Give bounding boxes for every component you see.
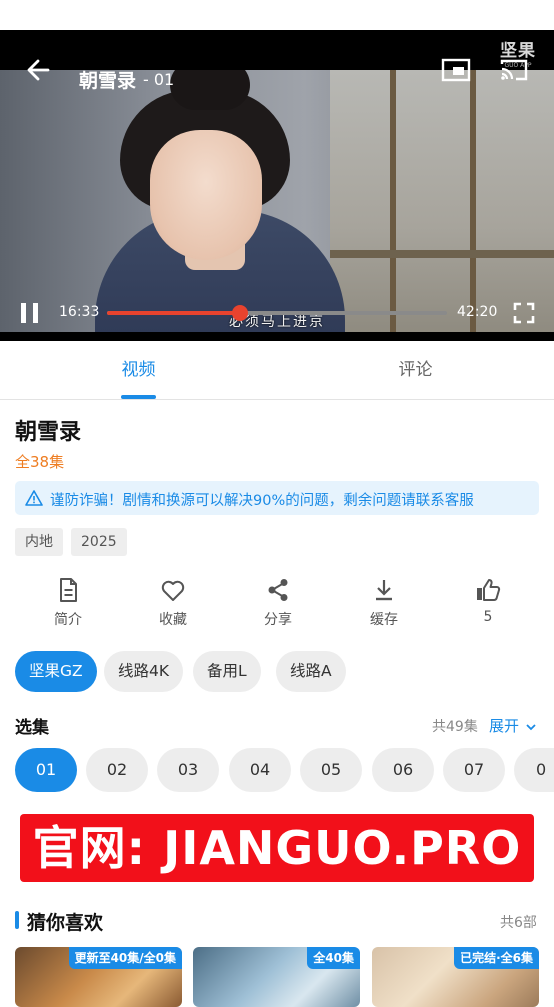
- notice-text: 谨防诈骗！剧情和换源可以解决90%的问题，剩余问题请联系客服: [50, 493, 474, 509]
- fullscreen-button[interactable]: [512, 301, 536, 325]
- expand-label: 展开: [489, 717, 520, 735]
- total-time: 42:20: [457, 304, 498, 320]
- share-button[interactable]: 分享: [238, 574, 318, 634]
- arrow-left-icon: [27, 59, 50, 81]
- episode-chip[interactable]: 05: [300, 748, 362, 792]
- download-label: 缓存: [370, 612, 398, 628]
- like-button[interactable]: 5: [448, 574, 528, 634]
- pause-icon: [21, 303, 38, 323]
- video-figure-face: [150, 130, 262, 260]
- fraud-notice: 谨防诈骗！剧情和换源可以解决90%的问题，剩余问题请联系客服: [15, 481, 539, 515]
- website-banner[interactable]: 官网: JIANGUO.PRO: [20, 814, 534, 882]
- video-player[interactable]: 必须马上进京 坚果 GUO APP 朝雪录 - 01 16:33 42:20: [0, 30, 554, 341]
- player-top-bar: 朝雪录 - 01: [0, 40, 554, 100]
- recommend-card[interactable]: 全40集: [193, 947, 360, 1007]
- picture-in-picture-button[interactable]: [440, 56, 472, 84]
- section-accent-bar: [15, 911, 19, 929]
- current-time: 16:33: [59, 304, 100, 320]
- synopsis-button[interactable]: 简介: [28, 574, 108, 634]
- source-backup-l[interactable]: 备用L: [193, 651, 261, 692]
- favorite-label: 收藏: [159, 612, 187, 628]
- source-jianguo-gz[interactable]: 坚果GZ: [15, 651, 97, 692]
- player-title: 朝雪录: [79, 70, 137, 92]
- tab-active-indicator: [121, 395, 156, 399]
- recommend-card[interactable]: 已完结·全6集: [372, 947, 539, 1007]
- episode-chip[interactable]: 02: [86, 748, 148, 792]
- player-episode-label: - 01: [143, 70, 175, 89]
- like-count: 5: [483, 609, 493, 625]
- share-icon: [268, 579, 288, 601]
- show-title: 朝雪录: [15, 420, 82, 445]
- source-line-4k[interactable]: 线路4K: [104, 651, 184, 692]
- recommend-badge: 已完结·全6集: [454, 947, 539, 969]
- favorite-button[interactable]: 收藏: [133, 574, 213, 634]
- tab-video[interactable]: 视频: [0, 341, 277, 399]
- chevron-down-icon: [526, 723, 536, 730]
- thumbs-up-icon: [477, 579, 501, 601]
- cast-button[interactable]: [498, 56, 530, 84]
- recommend-title: 猜你喜欢: [27, 912, 104, 934]
- pause-button[interactable]: [18, 301, 42, 325]
- video-background-rail: [330, 250, 554, 258]
- synopsis-label: 简介: [54, 612, 82, 628]
- progress-bar[interactable]: [107, 305, 447, 321]
- fullscreen-icon: [513, 302, 535, 324]
- download-button[interactable]: 缓存: [344, 574, 424, 634]
- download-icon: [376, 580, 392, 601]
- picture-in-picture-icon: [441, 58, 471, 82]
- status-bar: [0, 0, 554, 30]
- progress-thumb[interactable]: [231, 305, 248, 321]
- tag-region[interactable]: 内地: [15, 528, 63, 556]
- document-icon: [60, 578, 77, 602]
- recommend-card[interactable]: 更新至40集/全0集: [15, 947, 182, 1007]
- episode-chip[interactable]: 03: [157, 748, 219, 792]
- recommend-count: 共6部: [500, 915, 537, 931]
- recommend-badge: 更新至40集/全0集: [68, 947, 182, 969]
- episode-total: 共49集: [432, 719, 478, 735]
- episode-section-title: 选集: [15, 718, 49, 738]
- content-tabs: 视频 评论: [0, 341, 554, 400]
- episode-chip[interactable]: 04: [229, 748, 291, 792]
- recommend-badge: 全40集: [307, 947, 360, 969]
- expand-button[interactable]: 展开: [489, 715, 538, 736]
- tab-comments[interactable]: 评论: [277, 341, 554, 399]
- player-control-bar: 16:33 42:20: [0, 292, 554, 332]
- progress-fill: [107, 311, 240, 315]
- back-button[interactable]: [22, 56, 56, 84]
- heart-icon: [161, 580, 185, 601]
- share-label: 分享: [264, 612, 292, 628]
- episode-chip[interactable]: 06: [372, 748, 434, 792]
- cast-icon: [500, 59, 528, 81]
- episode-chip[interactable]: 07: [443, 748, 505, 792]
- episode-chip[interactable]: 01: [15, 748, 77, 792]
- tag-year[interactable]: 2025: [71, 528, 127, 556]
- episode-chip[interactable]: 0: [514, 748, 554, 792]
- source-line-a[interactable]: 线路A: [276, 651, 346, 692]
- warning-icon: [25, 490, 43, 506]
- episode-count: 全38集: [15, 453, 65, 471]
